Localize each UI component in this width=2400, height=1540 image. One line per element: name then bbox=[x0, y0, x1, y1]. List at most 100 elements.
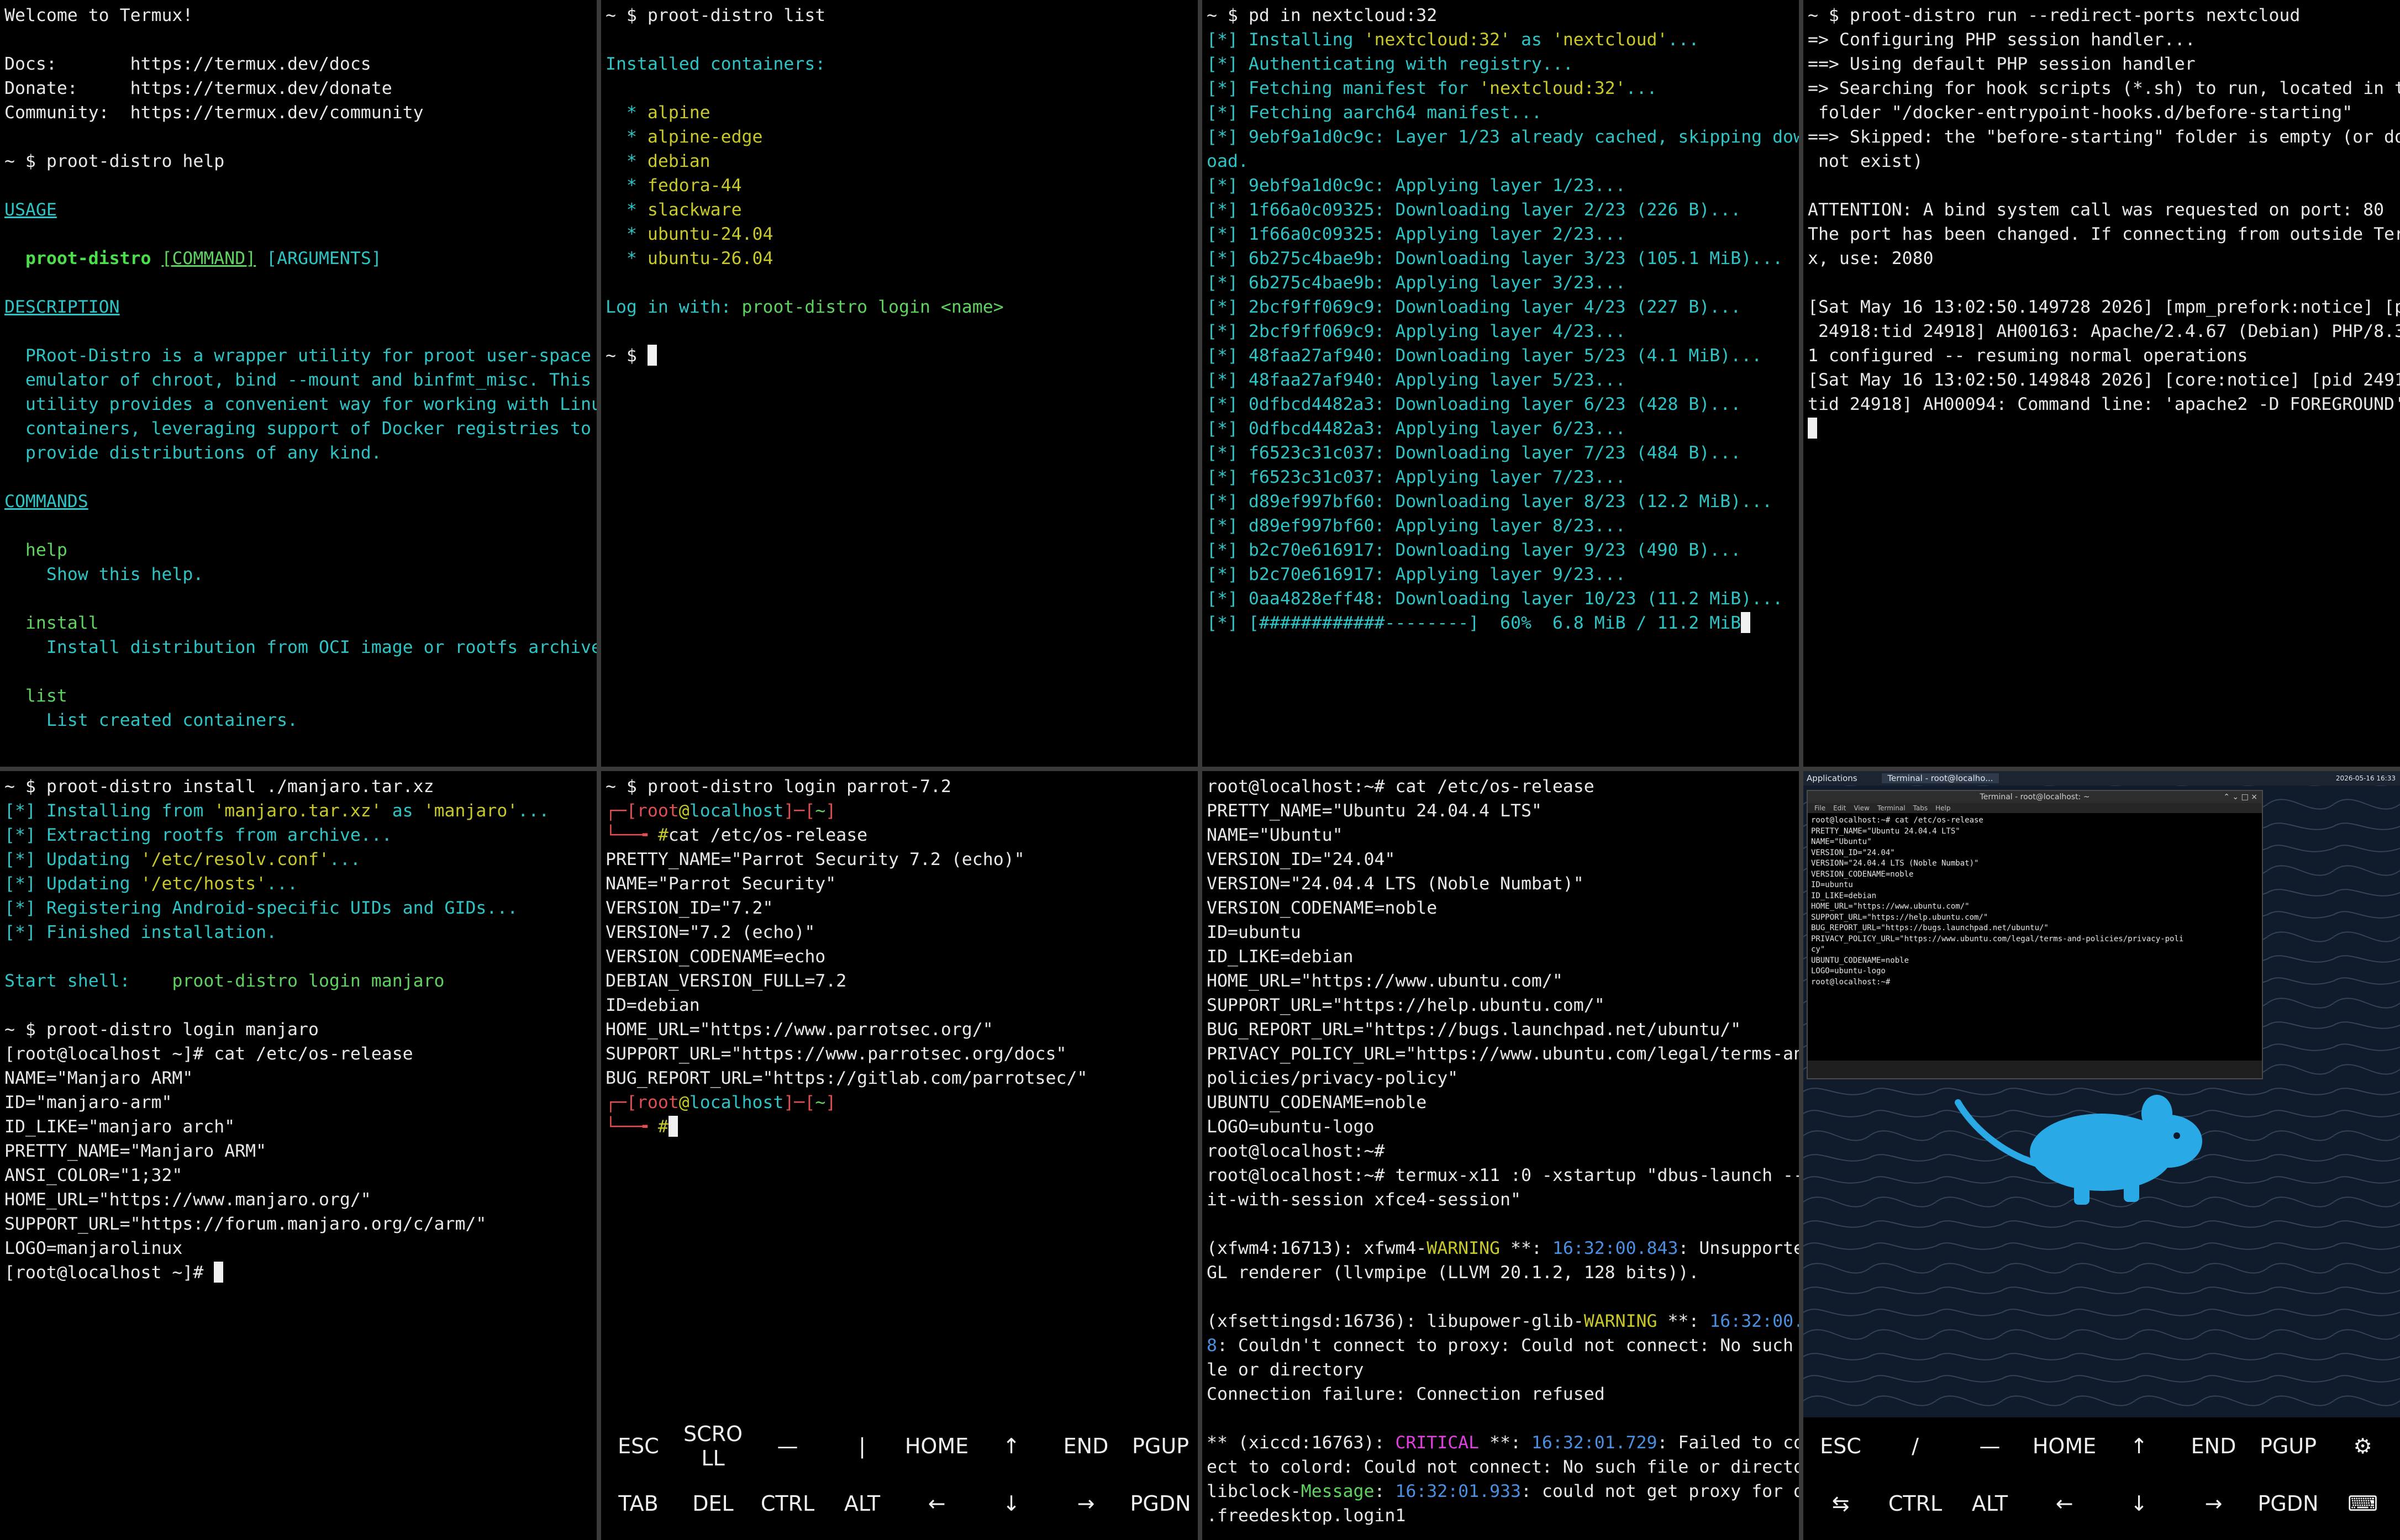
extra-key[interactable]: PGUP bbox=[2251, 1434, 2325, 1458]
extra-key[interactable]: ESC bbox=[1803, 1434, 1878, 1458]
close-icon[interactable]: × bbox=[2251, 793, 2257, 801]
menu-item[interactable]: Edit bbox=[1833, 804, 1846, 812]
window-controls[interactable]: ⌃ ⌄ □ × bbox=[2223, 791, 2257, 803]
extra-key[interactable]: HOME bbox=[2027, 1434, 2102, 1458]
terminal-text: HOME_URL="https://www.ubuntu.com/" bbox=[1207, 971, 1563, 991]
extra-key[interactable]: — bbox=[750, 1434, 825, 1458]
extra-key[interactable]: PGUP bbox=[1123, 1434, 1198, 1458]
termux-x11-panel[interactable]: Applications Terminal - root@localho... … bbox=[1803, 771, 2400, 1540]
terminal-output: ~ $ proot-distro run --redirect-ports ne… bbox=[1808, 3, 2400, 441]
maximize-icon[interactable]: □ bbox=[2241, 793, 2249, 801]
terminal-text: slackware bbox=[647, 200, 742, 220]
menu-item[interactable]: View bbox=[1854, 804, 1869, 812]
extra-key[interactable]: ↓ bbox=[2102, 1491, 2176, 1516]
terminal-line: NAME="Manjaro ARM" bbox=[4, 1066, 592, 1090]
terminal-text: ┌─[ bbox=[606, 1093, 637, 1112]
terminal-text: PRIVACY_POLICY_URL="https://www.ubuntu.c… bbox=[1207, 1044, 1799, 1064]
extra-key[interactable]: — bbox=[1952, 1434, 2027, 1458]
extra-key[interactable]: TAB bbox=[601, 1491, 676, 1516]
terminal-text: ... bbox=[1625, 78, 1657, 98]
extra-key[interactable]: ↓ bbox=[974, 1491, 1049, 1516]
xfce-terminal-output[interactable]: root@localhost:~# cat /etc/os-release PRE… bbox=[1808, 813, 2262, 1061]
extra-key[interactable]: ALT bbox=[825, 1491, 899, 1516]
terminal-text: Show this help. bbox=[4, 565, 204, 584]
extra-key[interactable]: → bbox=[1049, 1491, 1123, 1516]
extra-key[interactable]: HOME bbox=[899, 1434, 974, 1458]
terminal-text: 16:32:01.933 bbox=[1395, 1481, 1521, 1501]
terminal-text: provide distributions of any kind. bbox=[4, 443, 382, 463]
terminal-text: [*] 0dfbcd4482a3: Downloading layer 6/23… bbox=[1207, 394, 1741, 414]
menu-item[interactable]: File bbox=[1814, 804, 1825, 812]
terminal-panel-list[interactable]: ~ $ proot-distro list Installed container… bbox=[601, 0, 1198, 767]
terminal-panel-manjaro[interactable]: ~ $ proot-distro install ./manjaro.tar.x… bbox=[0, 771, 597, 1540]
menu-item[interactable]: Terminal bbox=[1877, 804, 1906, 812]
terminal-line: [*] b2c70e616917: Downloading layer 9/23… bbox=[1207, 538, 1794, 562]
terminal-text: : Unsupported bbox=[1678, 1238, 1799, 1258]
terminal-text: └──╼ bbox=[606, 1117, 658, 1137]
terminal-text: (xfwm4:16713): xfwm4- bbox=[1207, 1238, 1427, 1258]
extra-key[interactable]: / bbox=[1878, 1434, 1952, 1458]
terminal-line: ~ $ proot-distro install ./manjaro.tar.x… bbox=[4, 774, 592, 799]
terminal-panel-parrot[interactable]: ~ $ proot-distro login parrot-7.2 ┌─[root… bbox=[601, 771, 1198, 1540]
menu-item[interactable]: Tabs bbox=[1913, 804, 1928, 812]
extra-key[interactable]: ↑ bbox=[974, 1434, 1049, 1458]
menu-item[interactable]: Help bbox=[1935, 804, 1950, 812]
extra-key[interactable]: DEL bbox=[676, 1491, 750, 1516]
extra-key[interactable]: END bbox=[2176, 1434, 2251, 1458]
extra-key[interactable]: ALT bbox=[1952, 1491, 2027, 1516]
extra-key[interactable]: CTRL bbox=[750, 1491, 825, 1516]
terminal-line: VERSION_ID="7.2" bbox=[606, 896, 1193, 920]
terminal-text: 'nextcloud:32' bbox=[1364, 30, 1510, 50]
xfce-desktop[interactable]: Applications Terminal - root@localho... … bbox=[1803, 771, 2400, 1417]
terminal-text: [*] Updating bbox=[4, 874, 141, 894]
terminal-line: * slackware bbox=[606, 198, 1193, 222]
terminal-text: [*] Registering Android-specific UIDs an… bbox=[4, 898, 518, 918]
terminal-line: [root@localhost ~]# bbox=[4, 1261, 592, 1285]
terminal-line: [*] 9ebf9a1d0c9c: Applying layer 1/23... bbox=[1207, 173, 1794, 198]
extra-key[interactable]: CTRL bbox=[1878, 1491, 1952, 1516]
taskbar-item[interactable]: Terminal - root@localho... bbox=[1882, 773, 1999, 783]
terminal-text: VERSION_ID="7.2" bbox=[606, 898, 773, 918]
terminal-line: ect to colord: Could not connect: No suc… bbox=[1207, 1455, 1799, 1479]
terminal-panel-ubuntu[interactable]: root@localhost:~# cat /etc/os-release PRE… bbox=[1202, 771, 1799, 1540]
terminal-text: Installed containers: bbox=[606, 54, 826, 74]
terminal-panel-run-nextcloud[interactable]: ~ $ proot-distro run --redirect-ports ne… bbox=[1803, 0, 2400, 767]
terminal-text: ID_LIKE="manjaro arch" bbox=[4, 1117, 235, 1137]
window-titlebar[interactable]: Terminal - root@localhost: ~ ⌃ ⌄ □ × bbox=[1808, 791, 2262, 803]
terminal-line: ID="manjaro-arm" bbox=[4, 1090, 592, 1115]
extra-key[interactable]: ⚙ bbox=[2325, 1434, 2400, 1458]
extra-key[interactable]: SCRO LL bbox=[676, 1422, 750, 1470]
extra-key[interactable]: → bbox=[2176, 1491, 2251, 1516]
extra-key[interactable]: ← bbox=[2027, 1491, 2102, 1516]
terminal-line: Docs: https://termux.dev/docs bbox=[4, 52, 592, 76]
applications-menu[interactable]: Applications bbox=[1807, 773, 1857, 783]
terminal-text: ]─[ bbox=[783, 801, 815, 821]
terminal-line: [*] Fetching manifest for 'nextcloud:32'… bbox=[1207, 76, 1794, 101]
extra-key[interactable]: | bbox=[825, 1434, 899, 1458]
terminal-text: * bbox=[606, 249, 648, 268]
terminal-line: [*] Authenticating with registry... bbox=[1207, 52, 1794, 76]
terminal-line: proot-distro [COMMAND] [ARGUMENTS] bbox=[4, 246, 592, 271]
terminal-output: root@localhost:~# cat /etc/os-release PRE… bbox=[1207, 774, 1799, 1528]
restore-icon[interactable]: ⌄ bbox=[2232, 793, 2239, 801]
text-cursor bbox=[1741, 612, 1751, 633]
terminal-panel-install-nextcloud[interactable]: ~ $ pd in nextcloud:32 [*] Installing 'ne… bbox=[1202, 0, 1799, 767]
terminal-line: LOGO=manjarolinux bbox=[4, 1236, 592, 1261]
extra-key[interactable]: END bbox=[1049, 1434, 1123, 1458]
extra-key[interactable]: PGDN bbox=[1123, 1491, 1198, 1516]
terminal-text: ~ $ proot-distro list bbox=[606, 6, 826, 25]
extra-key[interactable]: PGDN bbox=[2251, 1491, 2325, 1516]
terminal-text: root@localhost:~# termux-x11 :0 -xstartu… bbox=[1207, 1165, 1799, 1185]
extra-key[interactable]: ⇆ bbox=[1803, 1491, 1878, 1516]
terminal-line: UBUNTU_CODENAME=noble bbox=[1811, 956, 1909, 965]
extra-key[interactable]: ESC bbox=[601, 1434, 676, 1458]
extra-key[interactable]: ← bbox=[899, 1491, 974, 1516]
terminal-panel-help[interactable]: Welcome to Termux! Docs: https://termux.d… bbox=[0, 0, 597, 767]
extra-key[interactable]: ↑ bbox=[2102, 1434, 2176, 1458]
extra-key[interactable]: ⌨ bbox=[2325, 1491, 2400, 1516]
xfce-terminal-window[interactable]: Terminal - root@localhost: ~ ⌃ ⌄ □ × Fil… bbox=[1807, 790, 2263, 1079]
minimize-icon[interactable]: ⌃ bbox=[2223, 793, 2230, 801]
